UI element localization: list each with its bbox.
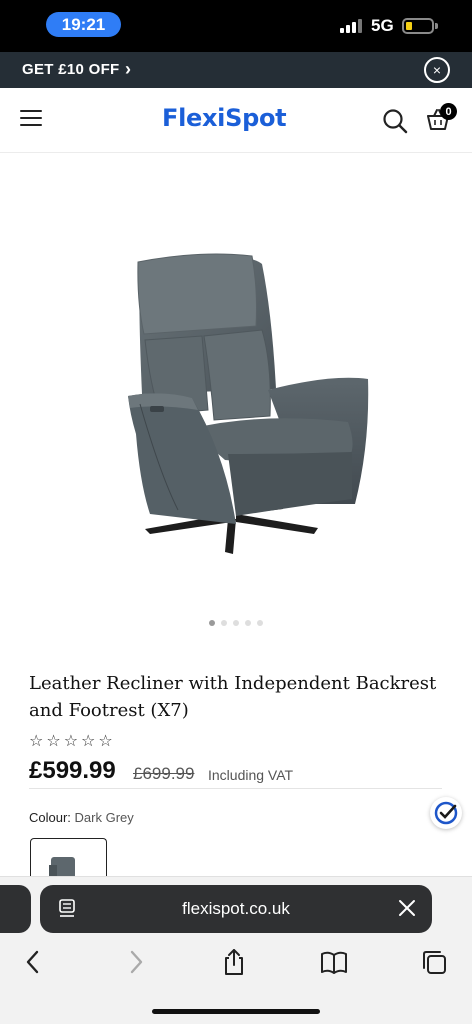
colour-label: Colour:: [29, 810, 71, 825]
promo-banner[interactable]: GET £10 OFF ›: [0, 52, 472, 88]
vat-note: Including VAT: [208, 767, 294, 783]
battery-icon: [402, 18, 438, 34]
status-bar: 19:21 5G: [0, 0, 472, 52]
carousel-dots[interactable]: [0, 620, 472, 628]
forward-icon[interactable]: [121, 948, 149, 976]
colour-selection: Colour: Dark Grey: [29, 810, 134, 825]
carousel-dot[interactable]: [221, 620, 227, 626]
bookmarks-icon[interactable]: [320, 948, 348, 976]
tabs-icon[interactable]: [420, 948, 448, 976]
divider: [29, 788, 442, 789]
chevron-right-icon: ›: [125, 59, 131, 79]
product-price: £599.99: [29, 757, 116, 784]
colour-value: Dark Grey: [74, 810, 134, 825]
address-bar[interactable]: flexispot.co.uk: [40, 885, 432, 933]
home-indicator[interactable]: [152, 1009, 320, 1014]
product-title: Leather Recliner with Independent Backre…: [29, 673, 437, 721]
status-time: 19:21: [46, 12, 121, 37]
url-text[interactable]: flexispot.co.uk: [40, 899, 432, 919]
close-icon[interactable]: [398, 899, 416, 917]
carousel-dot[interactable]: [233, 620, 239, 626]
carousel-dot[interactable]: [209, 620, 215, 626]
carousel-dot[interactable]: [257, 620, 263, 626]
search-icon[interactable]: [382, 108, 408, 134]
product-image[interactable]: [0, 154, 472, 604]
back-icon[interactable]: [20, 948, 48, 976]
verified-badge-icon[interactable]: [430, 797, 462, 829]
previous-tab[interactable]: [0, 885, 31, 933]
network-type: 5G: [371, 16, 394, 35]
rating-stars[interactable]: ☆☆☆☆☆: [29, 731, 116, 751]
brand-logo[interactable]: FlexiSpot: [162, 104, 287, 132]
carousel-dot[interactable]: [245, 620, 251, 626]
menu-icon[interactable]: [20, 110, 42, 128]
share-icon[interactable]: [220, 948, 248, 976]
site-header: FlexiSpot: [0, 88, 472, 153]
promo-text[interactable]: GET £10 OFF: [22, 61, 120, 78]
promo-close-button[interactable]: ×: [424, 57, 450, 83]
signal-icon: [340, 17, 362, 33]
cart-count-badge: 0: [440, 103, 457, 120]
original-price: £699.99: [133, 764, 195, 783]
